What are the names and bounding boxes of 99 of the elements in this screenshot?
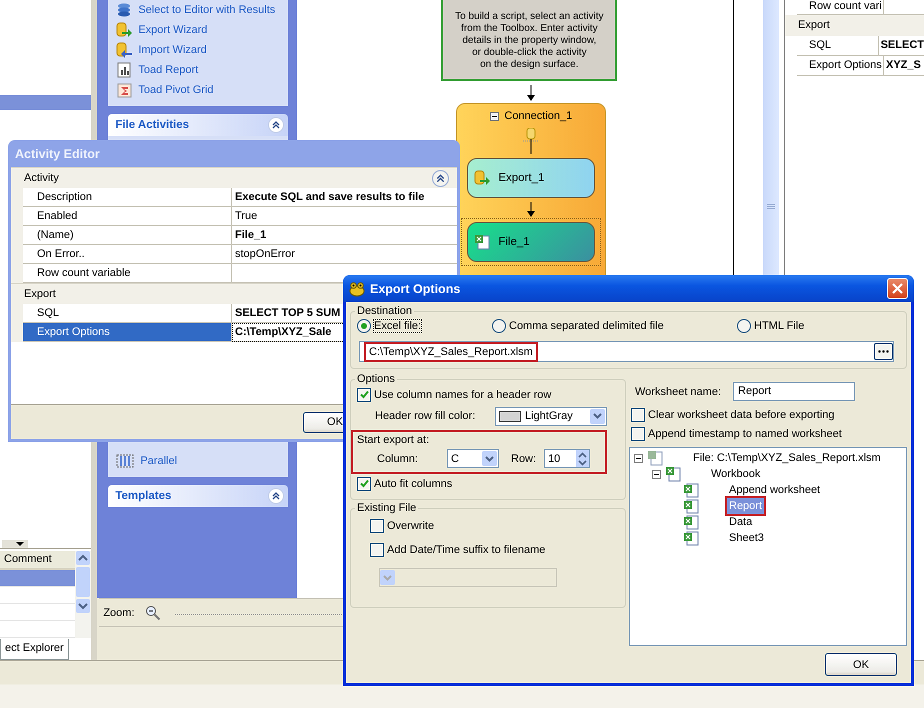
scroll-up-icon[interactable] — [76, 551, 90, 565]
property-value[interactable]: SELECT TOP 5 SUM — [235, 307, 340, 319]
checkmark-icon — [360, 479, 368, 488]
property-name[interactable]: Description — [23, 188, 232, 207]
category-label: Export — [785, 15, 924, 36]
checkbox-option[interactable]: Clear worksheet data before exporting — [629, 405, 907, 424]
collapse-icon[interactable] — [490, 112, 500, 120]
collapse-icon[interactable] — [652, 470, 661, 478]
column-header[interactable]: Comment — [0, 551, 76, 570]
property-name[interactable]: Export Options — [23, 323, 232, 342]
property-name[interactable]: Export Options — [797, 56, 884, 75]
checkbox-option[interactable]: Overwrite — [357, 514, 619, 538]
collapse-icon[interactable] — [634, 454, 643, 462]
grip-icon[interactable] — [767, 204, 775, 210]
field-label: Column: — [376, 452, 419, 464]
zoom-label: Zoom: — [103, 606, 135, 618]
database-export-icon — [116, 22, 132, 38]
property-value[interactable]: SELECT — [878, 36, 924, 55]
property-value[interactable]: stopOnError — [235, 248, 295, 260]
radio-option[interactable]: Comma separated delimited file — [492, 319, 664, 333]
ok-button[interactable]: OK — [825, 653, 897, 676]
field-label: Header row fill color: — [375, 410, 476, 422]
scrollbar[interactable] — [75, 551, 92, 638]
activity-node[interactable]: Export_1 — [467, 158, 596, 198]
path-field[interactable]: C:\Temp\XYZ_Sales_Report.xlsm — [359, 341, 894, 362]
section-label: Start export at: — [357, 434, 430, 446]
flow-arrow — [526, 202, 536, 218]
checkbox-option[interactable]: Append timestamp to named worksheet — [629, 424, 907, 443]
pivot-grid-icon — [116, 82, 132, 98]
color-dropdown[interactable]: LightGray — [495, 406, 607, 426]
zoom-out-icon[interactable] — [144, 604, 161, 620]
row-spinner[interactable]: 10 — [544, 449, 590, 468]
workbook-icon — [665, 466, 681, 482]
section-header[interactable]: Templates — [108, 485, 288, 507]
toolbox-item[interactable]: Parallel — [116, 451, 280, 471]
caret-icon — [593, 413, 602, 419]
window-title: Activity Editor — [15, 146, 100, 160]
property-value[interactable]: XYZ_S — [884, 56, 921, 75]
collapse-icon[interactable] — [268, 488, 284, 504]
caret-icon — [485, 456, 494, 462]
document-icon — [647, 450, 663, 466]
property-value[interactable]: C:\Temp\XYZ_Sale — [235, 326, 332, 338]
collapse-icon[interactable] — [268, 117, 284, 133]
explorer-tab[interactable]: ect Explorer — [0, 639, 69, 660]
frog-icon — [349, 280, 365, 296]
checkbox-option[interactable]: Auto fit columns — [357, 474, 619, 493]
worksheet-icon — [683, 498, 699, 514]
report-chart-icon — [116, 62, 132, 78]
activity-node[interactable]: File_1 — [467, 222, 596, 262]
field-label: Row: — [510, 452, 538, 464]
property-value[interactable]: File_1 — [235, 229, 266, 241]
checkbox-option[interactable]: Use column names for a header row — [357, 385, 619, 404]
radio-option[interactable]: Excel file: — [357, 319, 422, 333]
section-header[interactable]: File Activities — [108, 114, 288, 136]
color-swatch — [499, 410, 521, 422]
caret-icon — [383, 574, 392, 580]
checkmark-icon — [360, 390, 368, 399]
toolbox-item[interactable]: Export Wizard — [116, 20, 280, 40]
connection-title: Connection_1 — [504, 110, 572, 122]
worksheet-icon — [683, 482, 699, 498]
property-name[interactable]: SQL — [797, 36, 879, 55]
worksheet-name-field[interactable]: Report — [733, 382, 856, 401]
column-dropdown[interactable]: C — [447, 449, 499, 468]
field-label: Worksheet name: — [635, 386, 722, 398]
close-button[interactable] — [887, 278, 908, 299]
close-icon — [892, 283, 903, 294]
parallel-branches-icon — [116, 453, 134, 469]
property-name[interactable]: Enabled — [23, 207, 232, 226]
flow-arrow — [526, 85, 536, 102]
toolbox-item[interactable]: Select to Editor with Results — [116, 0, 280, 20]
spreadsheet-file-icon — [474, 234, 490, 250]
category-label: Activity — [24, 172, 59, 184]
property-name[interactable]: Row count vari — [797, 0, 884, 14]
database-connector-icon — [523, 128, 540, 154]
worksheet-icon — [683, 530, 699, 546]
worksheet-icon — [683, 514, 699, 530]
instructions-text: To build a script, select an activity from the Toolbox. Enter activity details in the property window, or double-click the activity on the design surface. — [455, 11, 604, 72]
property-value[interactable]: Execute SQL and save results to file — [235, 191, 424, 203]
database-export-icon — [474, 170, 490, 186]
database-import-icon — [116, 42, 132, 58]
scroll-down-icon[interactable] — [76, 599, 90, 613]
group-label: Destination — [356, 305, 414, 317]
property-name[interactable]: On Error.. — [23, 245, 232, 264]
property-value[interactable]: True — [235, 210, 258, 222]
spin-arrows-icon — [578, 450, 588, 466]
category-label: Export — [24, 288, 56, 300]
ellipsis-icon — [878, 350, 889, 353]
toolbox-item[interactable]: Toad Pivot Grid — [116, 80, 280, 100]
toolbox-item[interactable]: Toad Report — [116, 60, 280, 80]
browse-button[interactable] — [874, 343, 893, 360]
row-header-cell — [11, 323, 23, 342]
group-label: Options — [356, 373, 396, 385]
property-name[interactable]: (Name) — [23, 226, 232, 245]
database-stack-icon — [116, 2, 132, 18]
collapse-icon[interactable] — [432, 170, 449, 186]
checkbox-option[interactable]: Add Date/Time suffix to filename — [357, 538, 619, 562]
group-label: Existing File — [356, 502, 418, 514]
radio-option[interactable]: HTML File — [737, 319, 804, 333]
toolbox-item[interactable]: Import Wizard — [116, 40, 280, 60]
